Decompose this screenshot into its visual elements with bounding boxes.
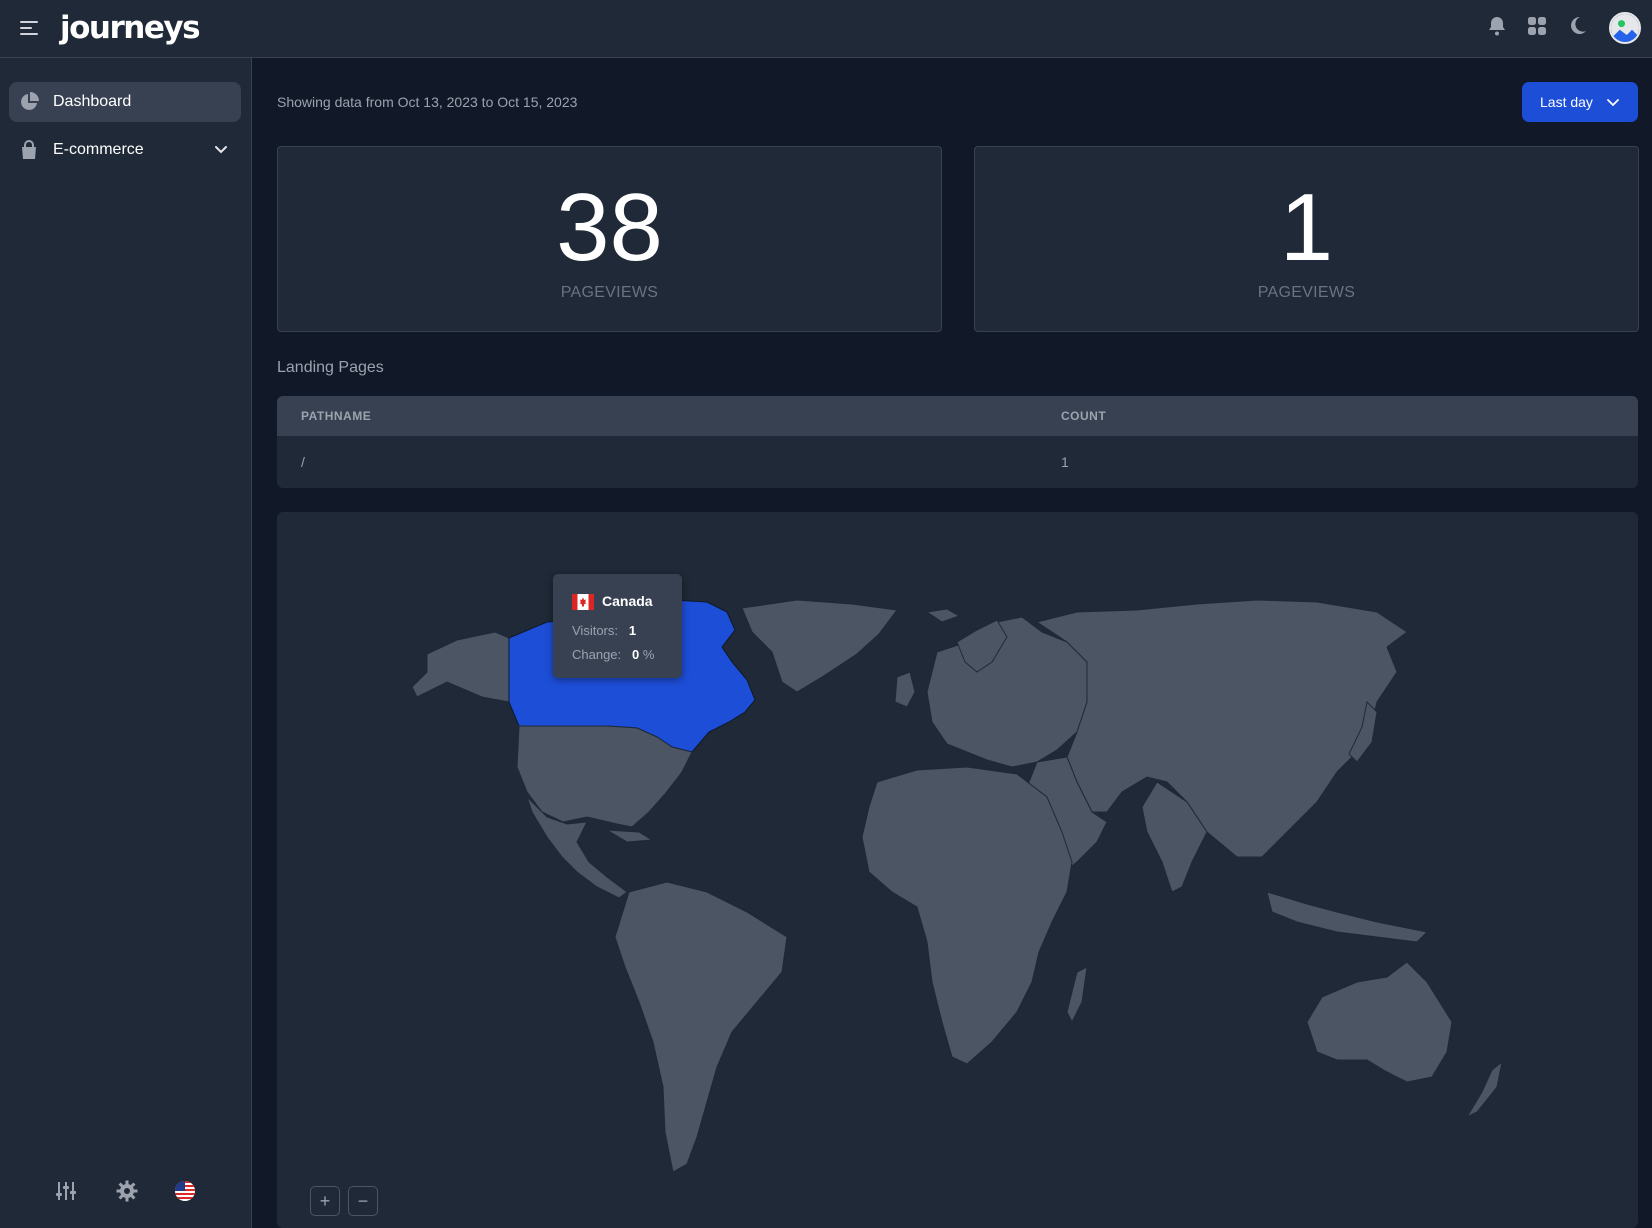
cell-pathname: / bbox=[301, 454, 305, 470]
top-navbar: journeys bbox=[0, 0, 1652, 58]
map-region-uk[interactable] bbox=[894, 671, 916, 708]
map-region-africa[interactable] bbox=[861, 766, 1073, 1065]
app-logo[interactable]: journeys bbox=[60, 6, 201, 50]
stat-value: 38 bbox=[556, 174, 663, 281]
map-region-south-america[interactable] bbox=[614, 881, 788, 1173]
user-avatar[interactable] bbox=[1609, 12, 1641, 44]
gear-icon[interactable] bbox=[116, 1180, 138, 1202]
map-region-new-zealand[interactable] bbox=[1465, 1060, 1503, 1119]
world-map-svg bbox=[411, 599, 1503, 1173]
apps-grid-icon[interactable] bbox=[1525, 14, 1549, 38]
tooltip-visitors: Visitors: 1 bbox=[572, 623, 636, 638]
tooltip-country: Canada bbox=[602, 593, 653, 609]
sidebar: Dashboard E-commerce bbox=[0, 58, 252, 1228]
map-region-alaska[interactable] bbox=[411, 631, 510, 703]
sidebar-item-dashboard[interactable]: Dashboard bbox=[9, 82, 241, 122]
chevron-down-icon[interactable] bbox=[211, 140, 231, 160]
map-region-caribbean[interactable] bbox=[606, 829, 654, 843]
zoom-out-button[interactable]: − bbox=[348, 1186, 378, 1216]
map-region-greenland[interactable] bbox=[741, 599, 898, 693]
map-region-iceland[interactable] bbox=[925, 608, 961, 623]
table-row[interactable]: / 1 bbox=[277, 436, 1638, 488]
stat-card-pageviews: 38 PAGEVIEWS bbox=[277, 146, 942, 332]
stat-caption: PAGEVIEWS bbox=[1257, 284, 1356, 301]
tooltip-visitors-label: Visitors: bbox=[572, 623, 618, 638]
moon-icon[interactable] bbox=[1565, 14, 1589, 38]
tooltip-change: Change: 0 % bbox=[572, 647, 654, 662]
column-header-count[interactable]: COUNT bbox=[1061, 396, 1106, 436]
menu-icon[interactable] bbox=[18, 17, 40, 39]
landing-pages-title: Landing Pages bbox=[277, 359, 384, 376]
sidebar-item-label: Dashboard bbox=[53, 93, 132, 110]
sidebar-item-label: E-commerce bbox=[53, 141, 144, 158]
avatar-image-icon bbox=[1611, 14, 1639, 42]
tooltip-change-value: 0 bbox=[632, 647, 640, 662]
zoom-in-button[interactable]: + bbox=[310, 1186, 340, 1216]
world-map bbox=[277, 512, 1638, 1228]
us-flag-icon[interactable] bbox=[174, 1180, 196, 1202]
tooltip-change-label: Change: bbox=[572, 647, 622, 662]
map-region-southeast-asia[interactable] bbox=[1266, 891, 1429, 943]
stat-caption: PAGEVIEWS bbox=[560, 284, 659, 301]
stat-card-pageviews-secondary: 1 PAGEVIEWS bbox=[974, 146, 1639, 332]
tooltip-change-unit: % bbox=[642, 647, 655, 662]
chevron-down-icon bbox=[1607, 99, 1619, 107]
table-header: PATHNAME COUNT bbox=[277, 396, 1638, 436]
map-tooltip: Canada Visitors: 1 Change: 0 % bbox=[553, 574, 682, 678]
map-region-australia[interactable] bbox=[1306, 961, 1453, 1083]
canada-flag-icon bbox=[572, 594, 594, 610]
date-range-dropdown[interactable]: Last day bbox=[1522, 82, 1638, 122]
column-header-pathname[interactable]: PATHNAME bbox=[301, 396, 371, 436]
sliders-icon[interactable] bbox=[55, 1180, 77, 1202]
tooltip-visitors-value: 1 bbox=[628, 623, 637, 638]
pie-chart-icon bbox=[21, 92, 39, 110]
sidebar-item-ecommerce[interactable]: E-commerce bbox=[9, 130, 241, 170]
landing-pages-table: PATHNAME COUNT / 1 bbox=[277, 396, 1638, 488]
date-range-text: Showing data from Oct 13, 2023 to Oct 15… bbox=[277, 94, 578, 110]
stat-value: 1 bbox=[1279, 174, 1334, 281]
map-region-madagascar[interactable] bbox=[1066, 966, 1088, 1024]
bell-icon[interactable] bbox=[1485, 14, 1509, 38]
date-range-label: Last day bbox=[1540, 94, 1593, 110]
shopping-bag-icon bbox=[22, 140, 36, 159]
cell-count: 1 bbox=[1061, 454, 1069, 470]
